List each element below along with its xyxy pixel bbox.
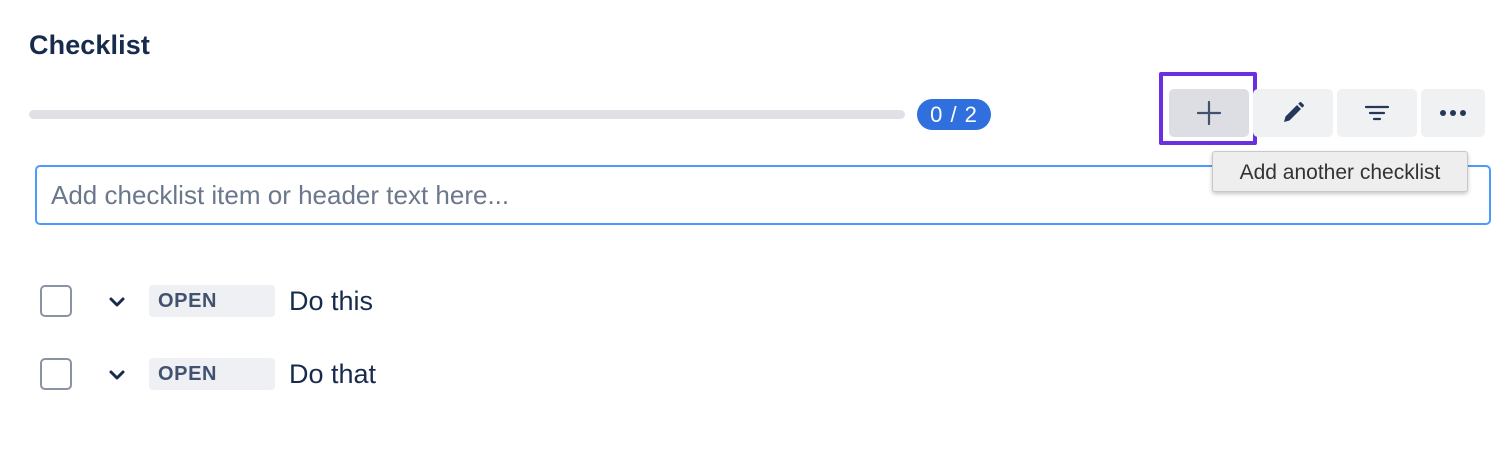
- pencil-icon: [1284, 102, 1304, 122]
- add-checklist-tooltip: Add another checklist: [1212, 151, 1468, 192]
- item-checkbox[interactable]: [40, 285, 72, 317]
- progress-count-badge: 0 / 2: [917, 99, 991, 130]
- item-text[interactable]: Do this: [289, 283, 373, 319]
- chevron-down-icon[interactable]: [106, 364, 128, 386]
- filter-icon: [1364, 105, 1390, 121]
- more-options-button[interactable]: [1421, 89, 1485, 137]
- chevron-down-icon[interactable]: [106, 291, 128, 313]
- item-checkbox[interactable]: [40, 358, 72, 390]
- progress-bar: [29, 110, 905, 119]
- status-badge[interactable]: OPEN: [149, 358, 275, 390]
- checklist-item: OPEN Do that: [40, 358, 640, 392]
- checklist-title: Checklist: [29, 30, 150, 60]
- add-checklist-button[interactable]: [1169, 89, 1249, 137]
- checklist-item: OPEN Do this: [40, 285, 640, 319]
- more-horizontal-icon: [1440, 110, 1466, 116]
- edit-checklist-button[interactable]: [1253, 89, 1333, 137]
- status-badge[interactable]: OPEN: [149, 285, 275, 317]
- filter-checklist-button[interactable]: [1337, 89, 1417, 137]
- item-text[interactable]: Do that: [289, 356, 376, 392]
- plus-icon: [1196, 100, 1222, 126]
